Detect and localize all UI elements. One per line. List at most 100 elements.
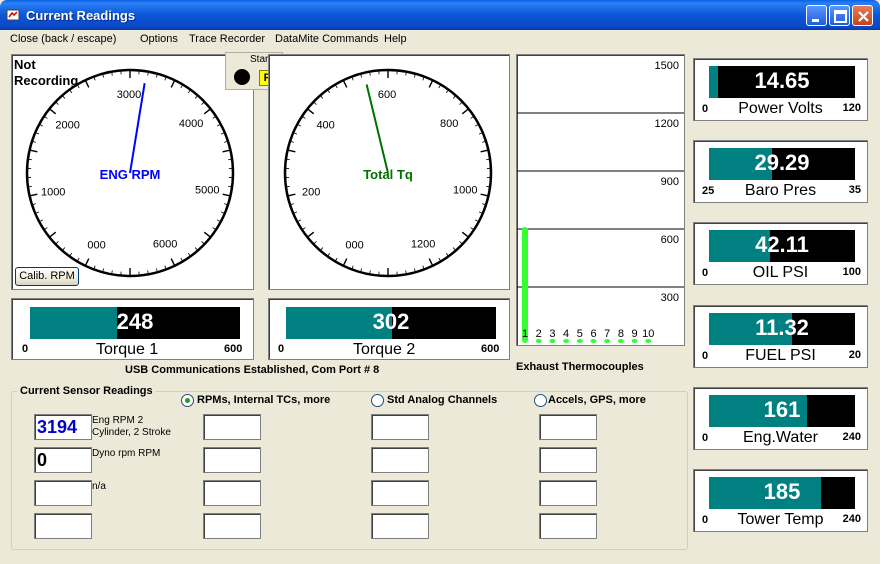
oil-psi-name: OIL PSI [752, 264, 809, 281]
close-icon [858, 11, 869, 22]
menu-help[interactable]: Help [384, 33, 407, 45]
mode-analog-radio[interactable] [371, 394, 384, 407]
torque1-bar: 248 [30, 307, 240, 339]
window-title: Current Readings [26, 8, 136, 23]
fuel-psi-value: 11.32 [755, 315, 809, 340]
torque2-bar: 302 [286, 307, 496, 339]
torque1-max: 600 [224, 343, 243, 355]
torque1-min: 0 [22, 343, 29, 355]
menu-trace-recorder[interactable]: Trace Recorder [189, 33, 265, 45]
tq-gauge-tick [486, 185, 491, 188]
close-window-button[interactable] [852, 5, 873, 26]
rpm-gauge-tick-label: 000 [87, 240, 105, 252]
torque2-meter: 302 0 Torque 2 600 [268, 298, 510, 360]
eng-water-meter: 161 0 Eng.Water 240 [693, 387, 868, 450]
sensor-slot-3-2 [539, 513, 597, 539]
sensor-slot-0-0 [203, 414, 261, 440]
baro-pres-bar: 29.29 [709, 148, 855, 180]
tc-bar [522, 227, 528, 343]
rpm-gauge-panel: Not Recording 000 1000 2000 3000 4000 5000 600… [11, 54, 254, 290]
power-volts-bar: 14.65 [709, 66, 855, 98]
tc-scale-label: 1500 [655, 60, 679, 72]
mode-accels-label[interactable]: Accels, GPS, more [548, 394, 646, 406]
sensor-slot-1-2 [539, 447, 597, 473]
power-volts-name: Power Volts [738, 100, 823, 117]
tower-temp-max: 240 [842, 513, 861, 525]
power-volts-max: 120 [842, 102, 861, 114]
thermocouple-chart: 1500 1200 900 600 300 1 2 3 4 5 6 7 8 9 10 [516, 54, 685, 346]
tc-channel-label: 7 [604, 328, 610, 340]
eng-water-bar: 161 [709, 395, 855, 427]
rpm-gauge-tick [228, 158, 233, 161]
mode-rpm-radio[interactable] [181, 394, 194, 407]
torque2-value: 302 [372, 309, 410, 334]
sensor-slot-2-0 [203, 480, 261, 506]
record-indicator-icon [234, 69, 250, 85]
sensor-slot-1-0 [203, 447, 261, 473]
oil-psi-meter: 42.11 0 OIL PSI 100 [693, 222, 868, 285]
tq-gauge-tick-label: 000 [345, 240, 363, 252]
mode-accels-radio[interactable] [534, 394, 547, 407]
tq-gauge-tick-label: 1200 [411, 239, 435, 251]
rpm-gauge-tick-label: 3000 [117, 89, 141, 101]
power-volts-value: 14.65 [754, 68, 810, 93]
rpm-gauge: 000100020003000400050006000ENG RPM [25, 68, 235, 278]
tc-scale-label: 300 [661, 292, 679, 304]
menu-close[interactable]: Close (back / escape) [10, 33, 116, 45]
rpm-gauge-tick [228, 185, 233, 188]
thermocouple-title: Exhaust Thermocouples [516, 361, 644, 373]
menu-bar: Close (back / escape) Options Trace Reco… [0, 30, 880, 50]
mode-rpm-label[interactable]: RPMs, Internal TCs, more [197, 394, 330, 406]
torque1-meter: 248 0 Torque 1 600 [11, 298, 254, 360]
tc-channel-label: 1 [522, 328, 528, 340]
tc-scale-label: 1200 [655, 118, 679, 130]
thermocouple-plot: 1500 1200 900 600 300 1 2 3 4 5 6 7 8 9 10 [517, 60, 684, 343]
tq-gauge-tick-label: 1000 [453, 185, 477, 197]
calib-rpm-button[interactable]: Calib. RPM [15, 267, 79, 286]
tc-channel-label: 8 [618, 328, 624, 340]
tq-gauge-tick-label: 400 [316, 120, 334, 132]
sensor-label-line1: Dyno rpm RPM [92, 448, 161, 459]
oil-psi-value: 42.11 [755, 232, 809, 257]
sensor-slot-0-1 [371, 414, 429, 440]
menu-options[interactable]: Options [140, 33, 178, 45]
sensor-label-line1: Eng RPM 2 [92, 415, 144, 426]
maximize-icon [834, 10, 847, 23]
sensor-slot-3-0 [203, 513, 261, 539]
power-volts-meter: 14.65 0 Power Volts 120 [693, 58, 868, 121]
tc-channel-label: 2 [536, 328, 542, 340]
fuel-psi-name: FUEL PSI [745, 347, 816, 364]
tq-gauge-tick-label: 200 [302, 187, 320, 199]
menu-datamite-commands[interactable]: DataMite Commands [275, 33, 378, 45]
minimize-icon [812, 19, 819, 22]
tower-temp-value: 185 [763, 479, 801, 504]
sensor-value-1: 0 [34, 447, 92, 473]
sensor-label-0: Eng RPM 2 Cylinder, 2 Stroke [92, 415, 171, 439]
sensor-value-2 [34, 480, 92, 506]
tc-scale-label: 900 [661, 176, 679, 188]
sensor-label-line1: n/a [92, 481, 106, 492]
fuel-psi-meter: 11.32 0 FUEL PSI 20 [693, 305, 868, 368]
rpm-gauge-tick-label: 6000 [153, 239, 177, 251]
rpm-gauge-tick [27, 158, 32, 161]
comm-status: USB Communications Established, Com Port… [125, 364, 380, 376]
sensor-label-2: n/a [92, 481, 106, 493]
sensor-readings-title: Current Sensor Readings [17, 385, 156, 397]
torque1-name: Torque 1 [96, 341, 159, 358]
sensor-slot-1-1 [371, 447, 429, 473]
torque2-max: 600 [481, 343, 500, 355]
baro-pres-meter: 29.29 25 Baro Pres 35 [693, 140, 868, 203]
sensor-label-line2: Cylinder, 2 Stroke [92, 427, 171, 438]
tc-channel-label: 4 [563, 328, 569, 340]
oil-psi-bar: 42.11 [709, 230, 855, 262]
torque-gauge-panel: 000 200 400 600 800 1000 1200 Total Tq [268, 54, 510, 290]
rpm-gauge-tick-label: 4000 [179, 118, 203, 130]
tq-gauge-tick [285, 158, 290, 161]
tc-channel-label: 5 [577, 328, 583, 340]
mode-analog-label[interactable]: Std Analog Channels [387, 394, 497, 406]
minimize-button[interactable] [806, 5, 827, 26]
fuel-psi-bar: 11.32 [709, 313, 855, 345]
baro-pres-max: 35 [848, 184, 861, 196]
eng-water-max: 240 [842, 431, 861, 443]
maximize-button[interactable] [829, 5, 850, 26]
